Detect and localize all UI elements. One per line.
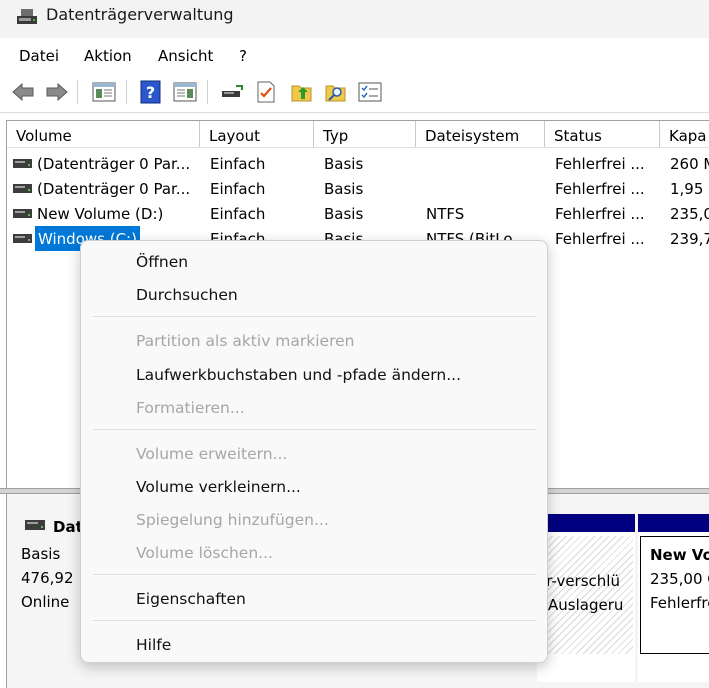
cell-kapazitaet: 235,0	[670, 205, 709, 223]
cell-typ: Basis	[324, 155, 364, 173]
partition-c-line2: Auslageru	[548, 596, 624, 614]
cell-layout: Einfach	[210, 180, 266, 198]
toolbar-separator	[207, 80, 208, 104]
column-header-kapazitaet[interactable]: Kapa	[660, 121, 709, 147]
menu-item-laufwerkbuchstaben[interactable]: Laufwerkbuchstaben und -pfade ändern...	[136, 366, 461, 384]
checklist-icon[interactable]	[253, 80, 279, 104]
menu-bar: Datei Aktion Ansicht ?	[0, 38, 709, 72]
title-bar: Datenträgerverwaltung	[0, 0, 709, 38]
cell-dateisystem: NTFS	[426, 205, 465, 223]
column-header-layout[interactable]: Layout	[200, 121, 314, 147]
partition-d-size: 235,00 G	[650, 570, 709, 588]
toolbar: ?	[0, 72, 709, 113]
toolbar-separator	[126, 80, 127, 104]
disk-size: 476,92	[21, 569, 74, 587]
menu-item-oeffnen[interactable]: Öffnen	[136, 253, 188, 271]
menu-item-durchsuchen[interactable]: Durchsuchen	[136, 286, 238, 304]
column-header-status[interactable]: Status	[545, 121, 660, 147]
cell-status: Fehlerfrei ...	[555, 180, 645, 198]
disk-icon	[25, 520, 45, 530]
partition-c-line1: er-verschlü	[537, 572, 620, 590]
disk-management-app-icon	[17, 9, 37, 24]
menu-item-formatieren: Formatieren...	[136, 399, 245, 417]
search-folder-icon[interactable]	[323, 80, 349, 104]
cell-status: Fehlerfrei ...	[555, 205, 645, 223]
connect-disk-icon[interactable]	[219, 80, 245, 104]
menu-item-eigenschaften[interactable]: Eigenschaften	[136, 590, 246, 608]
cell-layout: Einfach	[210, 155, 266, 173]
partition-c[interactable]: er-verschlü Auslageru	[537, 514, 635, 682]
menu-separator	[93, 429, 536, 430]
menu-item-spiegelung: Spiegelung hinzufügen...	[136, 511, 329, 529]
partition-bar	[638, 514, 709, 532]
menu-item-volume-erweitern: Volume erweitern...	[136, 445, 288, 463]
cell-status: Fehlerfrei ...	[555, 230, 645, 248]
cell-kapazitaet: 239,7	[670, 230, 709, 248]
menu-item-hilfe[interactable]: Hilfe	[136, 636, 171, 654]
menu-aktion[interactable]: Aktion	[84, 47, 132, 65]
partition-selected-hatch	[539, 536, 633, 654]
column-header-dateisystem[interactable]: Dateisystem	[416, 121, 545, 147]
show-hide-tree-icon[interactable]	[91, 80, 117, 104]
cell-status: Fehlerfrei ...	[555, 155, 645, 173]
cell-kapazitaet: 260 M	[670, 155, 709, 173]
partition-bar	[537, 514, 635, 532]
cell-layout: Einfach	[210, 205, 266, 223]
table-row[interactable]: (Datenträger 0 Par... Einfach Basis Fehl…	[7, 176, 709, 201]
context-menu: Öffnen Durchsuchen Partition als aktiv m…	[80, 240, 548, 663]
column-header-typ[interactable]: Typ	[314, 121, 416, 147]
folder-up-icon[interactable]	[289, 80, 315, 104]
properties-pane-icon[interactable]	[172, 80, 198, 104]
menu-item-volume-loeschen: Volume löschen...	[136, 544, 273, 562]
volume-icon	[13, 209, 32, 218]
partition-d[interactable]: New Vo 235,00 G Fehlerfre	[638, 514, 709, 682]
partition-d-title: New Vo	[650, 546, 709, 564]
cell-volume: (Datenträger 0 Par...	[37, 155, 191, 173]
table-row[interactable]: (Datenträger 0 Par... Einfach Basis Fehl…	[7, 151, 709, 176]
menu-item-partition-aktiv: Partition als aktiv markieren	[136, 332, 355, 350]
cell-typ: Basis	[324, 180, 364, 198]
menu-separator	[93, 574, 536, 575]
settings-list-icon[interactable]	[357, 80, 383, 104]
menu-separator	[93, 316, 536, 317]
menu-item-volume-verkleinern[interactable]: Volume verkleinern...	[136, 478, 301, 496]
menu-separator	[93, 620, 536, 621]
forward-arrow-icon[interactable]	[44, 80, 70, 104]
disk-type: Basis	[21, 545, 61, 563]
disk-name: Dat	[53, 518, 83, 536]
partition-d-status: Fehlerfre	[650, 594, 709, 612]
volume-icon	[13, 234, 32, 243]
toolbar-separator	[77, 80, 78, 104]
table-row[interactable]: New Volume (D:) Einfach Basis NTFS Fehle…	[7, 201, 709, 226]
disk-state: Online	[21, 593, 70, 611]
volume-icon	[13, 159, 32, 168]
menu-ansicht[interactable]: Ansicht	[158, 47, 213, 65]
window-title: Datenträgerverwaltung	[46, 5, 234, 24]
menu-help[interactable]: ?	[239, 47, 247, 65]
cell-typ: Basis	[324, 205, 364, 223]
back-arrow-icon[interactable]	[10, 80, 36, 104]
svg-text:?: ?	[146, 83, 155, 102]
help-icon[interactable]: ?	[138, 80, 164, 104]
volume-icon	[13, 184, 32, 193]
cell-volume: (Datenträger 0 Par...	[37, 180, 191, 198]
cell-kapazitaet: 1,95 G	[670, 180, 709, 198]
volume-list-header: Volume Layout Typ Dateisystem Status Kap…	[7, 121, 709, 148]
cell-volume: New Volume (D:)	[37, 205, 164, 223]
menu-datei[interactable]: Datei	[19, 47, 59, 65]
column-header-volume[interactable]: Volume	[7, 121, 200, 147]
